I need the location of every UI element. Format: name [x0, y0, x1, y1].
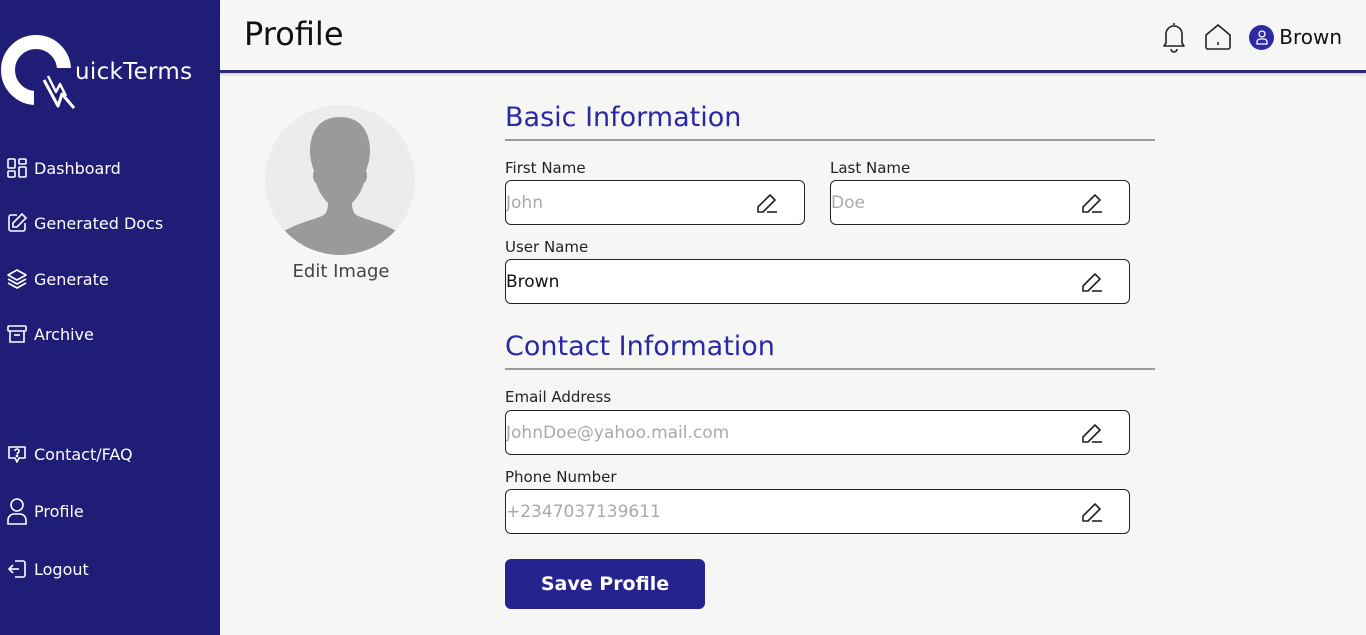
email-label: Email Address — [505, 388, 612, 406]
sidebar-item-contact-faq[interactable]: Contact/FAQ — [5, 440, 133, 468]
email-field[interactable] — [506, 411, 1079, 454]
phone-field[interactable] — [506, 490, 1079, 533]
pencil-icon[interactable] — [1079, 499, 1105, 525]
sidebar-item-label: Archive — [34, 324, 94, 344]
quickterms-logo-icon — [1, 35, 76, 109]
sidebar-item-dashboard[interactable]: Dashboard — [5, 154, 121, 182]
user-name-label: User Name — [505, 238, 589, 256]
help-chat-icon — [5, 442, 29, 466]
divider — [505, 368, 1155, 370]
archive-box-icon — [5, 322, 29, 346]
first-name-label: First Name — [505, 159, 586, 177]
sidebar-item-logout[interactable]: Logout — [5, 555, 89, 583]
profile-avatar[interactable] — [265, 105, 415, 255]
user-avatar-icon — [1249, 24, 1275, 50]
top-bar: Profile Brown — [220, 0, 1366, 73]
sidebar-item-label: Generated Docs — [34, 213, 164, 233]
home-icon[interactable] — [1203, 22, 1233, 52]
sidebar-item-archive[interactable]: Archive — [5, 320, 94, 348]
sidebar-item-label: Generate — [34, 269, 109, 289]
logout-icon — [5, 557, 29, 581]
sidebar: uickTerms Dashboard Generated Docs Gener… — [0, 0, 220, 635]
page-title: Profile — [244, 15, 344, 53]
sidebar-item-label: Profile — [34, 501, 84, 521]
sidebar-item-label: Dashboard — [34, 158, 121, 178]
user-name-field-wrap — [505, 259, 1130, 304]
pencil-icon[interactable] — [1079, 420, 1105, 446]
divider — [505, 139, 1155, 141]
avatar-silhouette-icon — [275, 117, 405, 255]
pencil-icon[interactable] — [1079, 190, 1105, 216]
sidebar-item-generated-docs[interactable]: Generated Docs — [5, 209, 163, 237]
edit-image-link[interactable]: Edit Image — [265, 261, 417, 282]
pencil-icon[interactable] — [754, 190, 780, 216]
user-name-field[interactable] — [506, 260, 1079, 303]
email-field-wrap — [505, 410, 1130, 455]
layers-icon — [5, 267, 29, 291]
first-name-field-wrap — [505, 180, 805, 225]
last-name-field-wrap — [830, 180, 1130, 225]
first-name-field[interactable] — [506, 181, 754, 224]
last-name-field[interactable] — [831, 181, 1079, 224]
bell-icon[interactable] — [1161, 21, 1187, 53]
sidebar-item-label: Logout — [34, 559, 89, 579]
contact-info-title: Contact Information — [505, 331, 775, 362]
user-name: Brown — [1279, 25, 1342, 49]
sidebar-item-label: Contact/FAQ — [34, 444, 133, 464]
sidebar-item-profile[interactable]: Profile — [5, 497, 84, 525]
phone-field-wrap — [505, 489, 1130, 534]
sidebar-item-generate[interactable]: Generate — [5, 265, 109, 293]
edit-doc-icon — [5, 211, 29, 235]
user-icon — [5, 498, 29, 525]
logo[interactable]: uickTerms — [0, 34, 220, 110]
basic-info-title: Basic Information — [505, 102, 742, 133]
dashboard-grid-icon — [5, 156, 29, 180]
top-bar-actions: Brown — [1145, 21, 1342, 53]
pencil-icon[interactable] — [1079, 269, 1105, 295]
last-name-label: Last Name — [830, 159, 911, 177]
phone-label: Phone Number — [505, 468, 617, 486]
save-profile-button[interactable]: Save Profile — [505, 559, 705, 609]
logo-text: uickTerms — [75, 59, 193, 85]
user-menu[interactable]: Brown — [1249, 24, 1342, 50]
